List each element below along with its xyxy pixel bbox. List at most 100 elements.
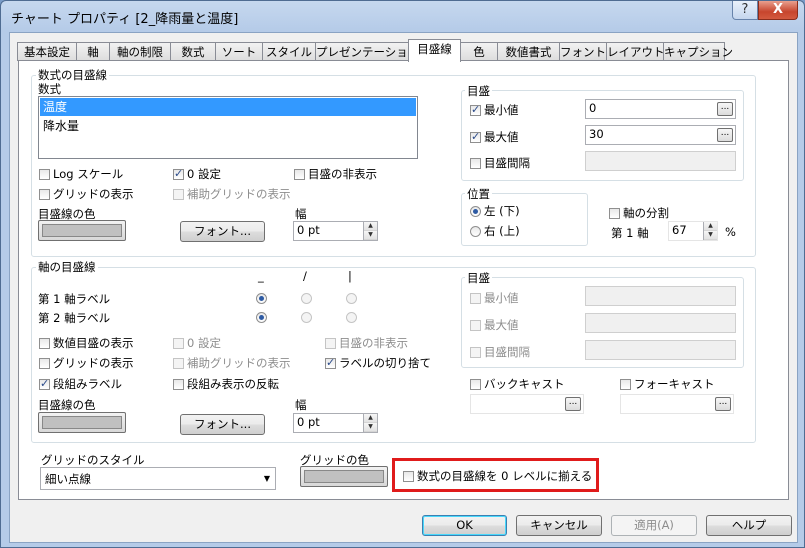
sub-grid-checkbox[interactable]: 補助グリッドの表示 <box>173 187 291 201</box>
split-primary-label: 第 1 軸 <box>611 226 649 240</box>
dim-interval-field[interactable] <box>585 340 736 360</box>
max-ellipsis-button[interactable]: ... <box>717 128 733 142</box>
split-spinner[interactable]: ▲ ▼ <box>703 222 717 240</box>
min-value-field[interactable]: 0 <box>585 99 736 119</box>
tab-general[interactable]: 基本設定 <box>17 42 77 61</box>
tab-caption[interactable]: キャプション <box>663 42 733 61</box>
checkbox-box <box>39 338 50 349</box>
dim-font-button[interactable]: フォント... <box>180 414 265 435</box>
tab-dimensions[interactable]: 軸 <box>76 42 110 61</box>
tab-axes[interactable]: 目盛線 <box>408 39 461 62</box>
tab-style[interactable]: スタイル <box>262 42 316 61</box>
tab-dimension-limits[interactable]: 軸の制限 <box>109 42 171 61</box>
radio-dot <box>470 226 481 237</box>
hide-scale-checkbox[interactable]: 目盛の非表示 <box>294 167 377 181</box>
close-button[interactable]: X <box>758 1 798 20</box>
width-spinner[interactable]: ▲ ▼ <box>363 222 377 240</box>
tab-layout[interactable]: レイアウト <box>606 42 665 61</box>
apply-button[interactable]: 適用(A) <box>611 515 697 536</box>
dim-hide-scale-checkbox[interactable]: 目盛の非表示 <box>325 336 408 350</box>
checkbox-box <box>173 379 184 390</box>
min-value-checkbox[interactable]: 最小値 <box>470 103 519 117</box>
checkbox-box <box>470 103 481 117</box>
dim-show-grid-checkbox[interactable]: グリッドの表示 <box>39 356 134 370</box>
orient-diagonal-header: / <box>303 269 307 283</box>
dim-min-field[interactable] <box>585 286 736 306</box>
dim-zero-setting-checkbox[interactable]: 0 設定 <box>173 336 221 350</box>
forecast-ellipsis-button[interactable]: ... <box>715 397 731 411</box>
axis1-horizontal-radio[interactable] <box>256 291 270 305</box>
tab-colors[interactable]: 色 <box>460 42 498 61</box>
spin-up-icon[interactable]: ▲ <box>364 222 377 231</box>
expressions-listbox[interactable]: 温度 降水量 <box>38 96 418 159</box>
axis1-label: 第 1 軸ラベル <box>38 292 111 306</box>
radio-dot <box>256 312 267 323</box>
ok-button[interactable]: OK <box>422 515 507 536</box>
zero-setting-checkbox[interactable]: 0 設定 <box>173 167 221 181</box>
axis2-vertical-radio[interactable] <box>346 310 360 324</box>
forecast-checkbox[interactable]: フォーキャスト <box>620 377 715 391</box>
split-axis-checkbox[interactable]: 軸の分割 <box>609 206 669 220</box>
orient-vertical-header: | <box>348 269 352 283</box>
line-color-swatch[interactable] <box>38 220 126 241</box>
backcast-ellipsis-button[interactable]: ... <box>565 397 581 411</box>
max-value-field[interactable]: 30 <box>585 125 736 145</box>
spin-up-icon[interactable]: ▲ <box>704 222 717 231</box>
font-button[interactable]: フォント... <box>180 221 265 242</box>
axis2-horizontal-radio[interactable] <box>256 310 270 324</box>
split-value-field[interactable]: 67 ▲ ▼ <box>668 221 718 241</box>
backcast-checkbox[interactable]: バックキャスト <box>470 377 565 391</box>
width-field[interactable]: 0 pt ▲ ▼ <box>293 221 378 241</box>
staggered-labels-checkbox[interactable]: 段組みラベル <box>39 377 122 391</box>
tab-sort[interactable]: ソート <box>215 42 263 61</box>
spin-down-icon[interactable]: ▼ <box>364 231 377 240</box>
dim-width-field[interactable]: 0 pt ▲ ▼ <box>293 413 378 433</box>
dim-line-color-swatch[interactable] <box>38 412 126 433</box>
interval-checkbox[interactable]: 目盛間隔 <box>470 156 530 170</box>
dim-interval-checkbox[interactable]: 目盛間隔 <box>470 345 530 359</box>
dim-width-spinner[interactable]: ▲ ▼ <box>363 414 377 432</box>
spin-up-icon[interactable]: ▲ <box>364 414 377 423</box>
checkbox-box <box>39 189 50 200</box>
title-bar[interactable]: チャート プロパティ [2_降雨量と温度] ? X <box>1 1 804 33</box>
radio-dot <box>470 206 481 217</box>
dim-max-field[interactable] <box>585 313 736 333</box>
width-label: 幅 <box>295 207 307 221</box>
grid-color-swatch[interactable] <box>300 466 388 487</box>
axis1-diagonal-radio[interactable] <box>301 291 315 305</box>
axis2-diagonal-radio[interactable] <box>301 310 315 324</box>
spin-down-icon[interactable]: ▼ <box>704 231 717 240</box>
cancel-button[interactable]: キャンセル <box>516 515 602 536</box>
truncate-labels-checkbox[interactable]: ラベルの切り捨て <box>325 356 431 370</box>
log-scale-checkbox[interactable]: Log スケール <box>39 167 123 181</box>
align-zero-checkbox[interactable]: 数式の目盛線を 0 レベルに揃える <box>403 469 592 483</box>
dim-min-checkbox[interactable]: 最小値 <box>470 291 519 305</box>
checkbox-box <box>470 379 481 390</box>
tab-expressions[interactable]: 数式 <box>170 42 216 61</box>
min-ellipsis-button[interactable]: ... <box>717 102 733 116</box>
reverse-stagger-checkbox[interactable]: 段組み表示の反転 <box>173 377 279 391</box>
list-item[interactable]: 降水量 <box>40 117 416 135</box>
checkbox-box <box>470 293 481 304</box>
grid-style-dropdown[interactable]: 細い点線 ▼ <box>40 467 276 490</box>
dim-sub-grid-checkbox[interactable]: 補助グリッドの表示 <box>173 356 291 370</box>
tab-presentation[interactable]: プレゼンテーション <box>315 42 419 61</box>
window-title: チャート プロパティ [2_降雨量と温度] <box>11 12 239 27</box>
show-numeric-scale-checkbox[interactable]: 数値目盛の表示 <box>39 336 134 350</box>
interval-field[interactable] <box>585 151 736 171</box>
spin-down-icon[interactable]: ▼ <box>364 423 377 432</box>
tab-number[interactable]: 数値書式 <box>497 42 560 61</box>
list-item[interactable]: 温度 <box>40 98 416 116</box>
max-value-checkbox[interactable]: 最大値 <box>470 130 519 144</box>
help-button[interactable]: ヘルプ <box>706 515 792 536</box>
axis1-vertical-radio[interactable] <box>346 291 360 305</box>
tab-font[interactable]: フォント <box>559 42 607 61</box>
position-right-radio[interactable]: 右 (上) <box>470 224 520 238</box>
checkbox-box <box>173 338 184 349</box>
checkbox-box <box>173 189 184 200</box>
help-title-button[interactable]: ? <box>732 1 758 20</box>
dim-max-checkbox[interactable]: 最大値 <box>470 318 519 332</box>
position-left-radio[interactable]: 左 (下) <box>470 204 520 218</box>
checkbox-box <box>39 377 50 391</box>
show-grid-checkbox[interactable]: グリッドの表示 <box>39 187 134 201</box>
